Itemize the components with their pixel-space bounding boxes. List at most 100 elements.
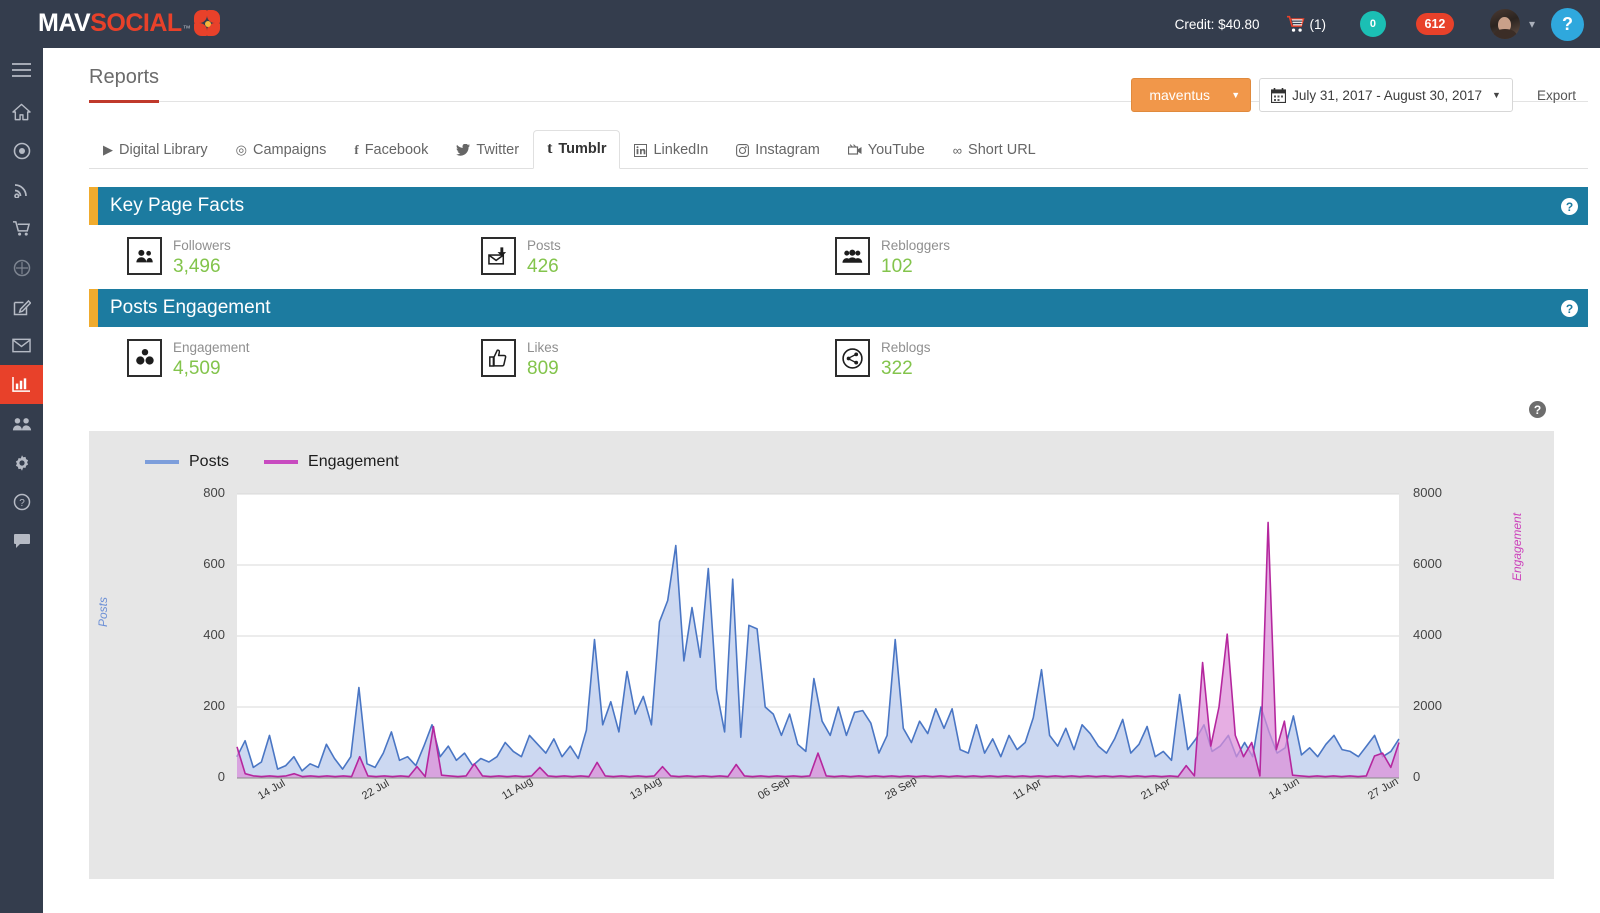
sidebar-item-chat[interactable] bbox=[0, 521, 43, 560]
section-header: Posts Engagement ? bbox=[89, 289, 1588, 327]
help-button[interactable]: ? bbox=[1551, 7, 1584, 41]
date-range-picker[interactable]: July 31, 2017 - August 30, 2017 ▼ bbox=[1259, 78, 1513, 112]
stat-label: Posts bbox=[527, 238, 561, 253]
tab-campaigns[interactable]: ◎ Campaigns bbox=[222, 132, 341, 169]
rebloggers-icon bbox=[835, 237, 870, 275]
sidebar-item-store[interactable] bbox=[0, 209, 43, 248]
cart-button[interactable]: (1) bbox=[1285, 15, 1326, 33]
timeseries-chart: Posts Engagement Posts Engagement 0 200 40… bbox=[89, 431, 1554, 879]
youtube-icon bbox=[847, 144, 862, 156]
tab-short-url[interactable]: ∞ Short URL bbox=[939, 132, 1050, 169]
sidebar-item-listening[interactable] bbox=[0, 248, 43, 287]
sidebar-item-settings[interactable] bbox=[0, 443, 43, 482]
y-tick-left: 0 bbox=[217, 769, 225, 784]
top-bar-right: Credit: $40.80 (1) 0 612 ▾ ? bbox=[1174, 7, 1600, 41]
logo-text-social: SOCIAL bbox=[90, 9, 182, 37]
comment-icon bbox=[13, 533, 30, 548]
help-icon[interactable]: ? bbox=[1561, 300, 1578, 317]
notifications-badge[interactable]: 612 bbox=[1415, 13, 1454, 35]
facebook-icon: f bbox=[354, 142, 359, 157]
stat-label: Engagement bbox=[173, 340, 250, 355]
tab-digital-library[interactable]: ▶ Digital Library bbox=[89, 132, 222, 169]
top-bar: MAV SOCIAL ™ Credit: $40.80 (1) 0 612 ▾ … bbox=[0, 0, 1600, 48]
section-posts-engagement: Posts Engagement ? Engagement 4,509 Like… bbox=[89, 289, 1588, 391]
logo-text-mav: MAV bbox=[38, 9, 91, 37]
instagram-icon bbox=[736, 143, 750, 157]
tumblr-icon: t bbox=[547, 140, 553, 157]
section-title: Key Page Facts bbox=[110, 195, 245, 216]
cart-icon bbox=[1287, 15, 1305, 32]
question-icon: ? bbox=[13, 493, 30, 510]
avatar[interactable] bbox=[1489, 9, 1520, 39]
posts-icon bbox=[481, 237, 516, 275]
sidebar-item-help[interactable]: ? bbox=[0, 482, 43, 521]
rss-icon bbox=[14, 184, 27, 198]
page-header: Reports maventus ▼ July 31, 2017 - Augus… bbox=[43, 48, 1600, 120]
credit-label: Credit: $40.80 bbox=[1174, 16, 1260, 32]
tab-youtube[interactable]: YouTube bbox=[834, 132, 939, 169]
account-select[interactable]: maventus ▼ bbox=[1131, 78, 1252, 112]
stat-rebloggers: Rebloggers 102 bbox=[797, 237, 1151, 279]
stat-engagement: Engagement 4,509 bbox=[89, 339, 443, 381]
stats-row: Followers 3,496 Posts 426 Rebloggers 102 bbox=[89, 225, 1588, 289]
logo-trademark: ™ bbox=[182, 24, 191, 33]
sidebar-item-team[interactable] bbox=[0, 404, 43, 443]
stat-value: 809 bbox=[527, 358, 559, 379]
sidebar-item-feeds[interactable] bbox=[0, 170, 43, 209]
tab-instagram[interactable]: Instagram bbox=[722, 132, 833, 169]
chevron-down-icon[interactable]: ▾ bbox=[1529, 17, 1535, 31]
stat-value: 102 bbox=[881, 256, 913, 277]
y-tick-right: 2000 bbox=[1413, 698, 1442, 713]
help-icon[interactable]: ? bbox=[1561, 198, 1578, 215]
tab-twitter[interactable]: Twitter bbox=[442, 132, 533, 169]
y-tick-left: 800 bbox=[203, 485, 225, 500]
tab-label: Short URL bbox=[968, 142, 1036, 158]
sidebar-item-reports[interactable] bbox=[0, 365, 52, 404]
help-icon[interactable]: ? bbox=[1529, 401, 1546, 418]
plot-svg bbox=[236, 493, 1400, 779]
section-header: Key Page Facts ? bbox=[89, 187, 1588, 225]
chevron-down-icon: ▼ bbox=[1231, 90, 1241, 100]
tab-linkedin[interactable]: LinkedIn bbox=[620, 132, 722, 169]
sidebar-item-menu-toggle[interactable] bbox=[0, 48, 43, 92]
y-tick-right: 6000 bbox=[1413, 556, 1442, 571]
main-content: Reports maventus ▼ July 31, 2017 - Augus… bbox=[43, 48, 1600, 913]
svg-text:?: ? bbox=[19, 498, 25, 509]
sidebar-item-home[interactable] bbox=[0, 92, 43, 131]
cart-count: (1) bbox=[1309, 16, 1326, 32]
sidebar-item-compose[interactable] bbox=[0, 287, 43, 326]
campaign-icon: ◎ bbox=[235, 142, 247, 157]
y-tick-left: 600 bbox=[203, 556, 225, 571]
followers-icon bbox=[127, 237, 162, 275]
header-controls: maventus ▼ July 31, 2017 - August 30, 20… bbox=[1131, 78, 1588, 112]
tab-label: Digital Library bbox=[119, 142, 208, 158]
tab-label: Facebook bbox=[364, 142, 429, 158]
app-root: MAV SOCIAL ™ Credit: $40.80 (1) 0 612 ▾ … bbox=[0, 0, 1600, 913]
tab-label: Twitter bbox=[476, 142, 520, 158]
y-tick-right: 0 bbox=[1413, 769, 1421, 784]
tab-facebook[interactable]: f Facebook bbox=[340, 132, 442, 169]
stat-value: 4,509 bbox=[173, 358, 221, 379]
sidebar-item-publish[interactable] bbox=[0, 131, 43, 170]
target-icon bbox=[13, 259, 30, 276]
messages-badge[interactable]: 0 bbox=[1359, 11, 1386, 37]
stat-label: Reblogs bbox=[881, 340, 931, 355]
export-button[interactable]: Export bbox=[1525, 78, 1588, 112]
stat-value: 3,496 bbox=[173, 256, 221, 277]
app-logo[interactable]: MAV SOCIAL ™ bbox=[38, 9, 223, 39]
bar-chart-icon bbox=[12, 376, 30, 392]
report-tabs: ▶ Digital Library ◎ Campaigns f Facebook… bbox=[89, 128, 1588, 169]
cart-icon bbox=[13, 221, 31, 236]
plot-area: Posts Engagement 0 200 400 600 800 0 2000 4000 6… bbox=[89, 431, 1554, 879]
stats-row: Engagement 4,509 Likes 809 Reblogs 322 bbox=[89, 327, 1588, 391]
stat-label: Likes bbox=[527, 340, 559, 355]
stat-reblogs: Reblogs 322 bbox=[797, 339, 1151, 381]
tab-label: Instagram bbox=[755, 142, 820, 158]
section-title: Posts Engagement bbox=[110, 297, 271, 318]
date-range-value: July 31, 2017 - August 30, 2017 bbox=[1292, 87, 1483, 103]
tab-label: LinkedIn bbox=[653, 142, 709, 158]
y-tick-right: 8000 bbox=[1413, 485, 1442, 500]
mail-icon bbox=[12, 338, 31, 353]
sidebar-item-inbox[interactable] bbox=[0, 326, 43, 365]
tab-tumblr[interactable]: t Tumblr bbox=[533, 130, 621, 169]
